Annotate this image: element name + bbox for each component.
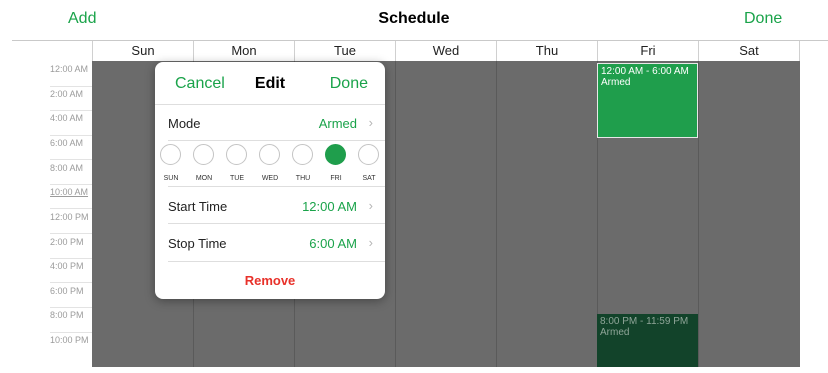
chevron-right-icon: › — [368, 198, 373, 213]
time-label: 12:00 PM — [50, 212, 89, 222]
event-time: 8:00 PM - 11:59 PM — [600, 316, 689, 327]
stop-time-value: 6:00 AM — [309, 236, 357, 251]
weekday-label: SAT — [362, 175, 376, 182]
day-header-sat: Sat — [698, 41, 800, 61]
chevron-right-icon: › — [368, 235, 373, 250]
mode-value: Armed — [318, 116, 357, 131]
time-label: 4:00 AM — [50, 113, 84, 123]
edit-popover: Cancel Edit Done Mode Armed › SUN MON TU… — [155, 62, 385, 299]
time-label: 12:00 AM — [50, 64, 89, 74]
time-label: 10:00 AM — [50, 187, 89, 197]
weekday-toggle-sat[interactable] — [358, 144, 379, 165]
mode-label: Mode — [168, 116, 201, 131]
event-mode: Armed — [601, 77, 631, 88]
remove-button[interactable]: Remove — [155, 273, 385, 288]
stop-time-label: Stop Time — [168, 236, 227, 251]
time-divider — [50, 258, 92, 259]
time-divider — [50, 208, 92, 209]
time-label: 6:00 AM — [50, 138, 84, 148]
start-time-value: 12:00 AM — [302, 199, 357, 214]
time-divider — [50, 332, 92, 333]
time-label: 8:00 PM — [50, 310, 84, 320]
schedule-event[interactable]: 8:00 PM - 11:59 PM Armed — [597, 314, 698, 367]
time-label: 2:00 AM — [50, 89, 84, 99]
day-divider — [395, 61, 396, 367]
event-mode: Armed — [600, 327, 630, 338]
divider — [168, 186, 385, 187]
time-divider — [50, 233, 92, 234]
time-label: 6:00 PM — [50, 286, 84, 296]
day-header-fri: Fri — [597, 41, 698, 61]
weekday-label: TUE — [230, 175, 244, 182]
weekday-toggle-mon[interactable] — [193, 144, 214, 165]
time-divider — [50, 282, 92, 283]
chevron-right-icon: › — [368, 115, 373, 130]
day-header-thu: Thu — [496, 41, 597, 61]
time-divider — [50, 307, 92, 308]
day-header-mon: Mon — [193, 41, 294, 61]
divider — [168, 140, 385, 141]
day-header-tue: Tue — [294, 41, 395, 61]
day-header-wed: Wed — [395, 41, 496, 61]
time-label: 2:00 PM — [50, 237, 84, 247]
event-time: 12:00 AM - 6:00 AM — [601, 66, 689, 77]
popover-done-button[interactable]: Done — [330, 75, 368, 93]
page-title: Schedule — [378, 10, 450, 27]
time-label: 8:00 AM — [50, 163, 84, 173]
schedule-event[interactable]: 12:00 AM - 6:00 AM Armed — [597, 63, 698, 138]
navigation-bar: Add Schedule Done — [0, 0, 828, 41]
weekday-label: WED — [261, 175, 279, 182]
time-divider — [50, 184, 92, 185]
divider — [168, 261, 385, 262]
divider — [155, 104, 385, 105]
weekday-toggle-wed[interactable] — [259, 144, 280, 165]
time-divider — [50, 110, 92, 111]
weekday-label: FRI — [330, 175, 342, 182]
time-divider — [50, 135, 92, 136]
weekday-label: MON — [195, 175, 213, 182]
weekday-label: THU — [295, 175, 311, 182]
divider — [168, 223, 385, 224]
weekday-toggle-fri[interactable] — [325, 144, 346, 165]
weekday-toggle-thu[interactable] — [292, 144, 313, 165]
time-label: 10:00 PM — [50, 335, 89, 345]
weekday-toggle-tue[interactable] — [226, 144, 247, 165]
time-divider — [50, 86, 92, 87]
time-label: 4:00 PM — [50, 261, 84, 271]
weekday-label: SUN — [163, 175, 179, 182]
time-divider — [50, 159, 92, 160]
weekday-toggle-sun[interactable] — [160, 144, 181, 165]
day-divider — [496, 61, 497, 367]
start-time-label: Start Time — [168, 199, 228, 214]
day-header-sun: Sun — [92, 41, 193, 61]
day-divider — [698, 61, 699, 367]
done-button[interactable]: Done — [744, 10, 782, 28]
